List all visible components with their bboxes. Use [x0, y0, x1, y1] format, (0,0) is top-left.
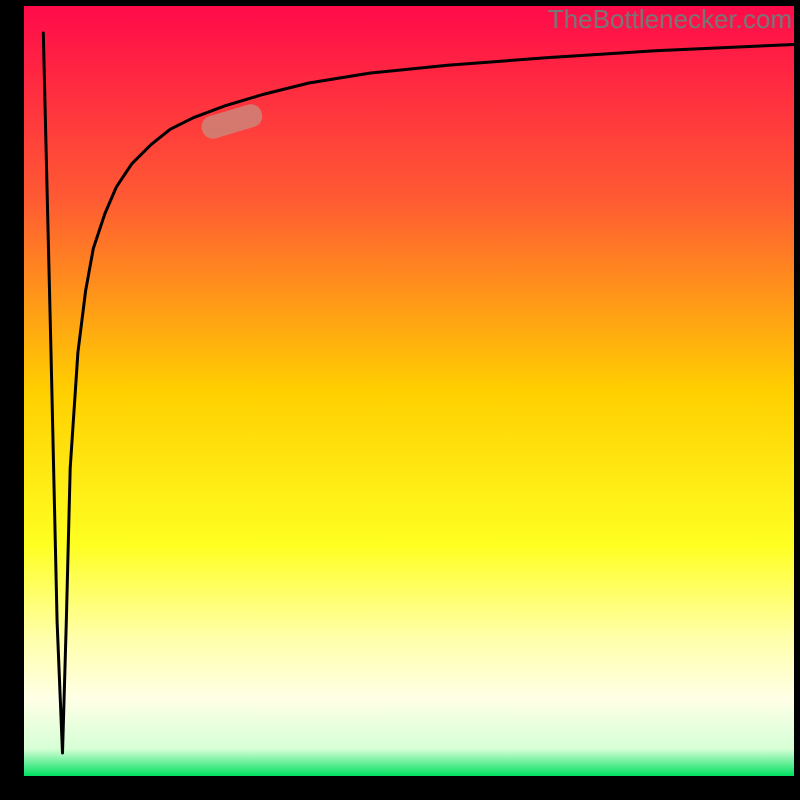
- watermark-text: TheBottlenecker.com: [548, 4, 792, 35]
- bottleneck-chart: [0, 0, 800, 800]
- chart-plot-area: [24, 6, 794, 776]
